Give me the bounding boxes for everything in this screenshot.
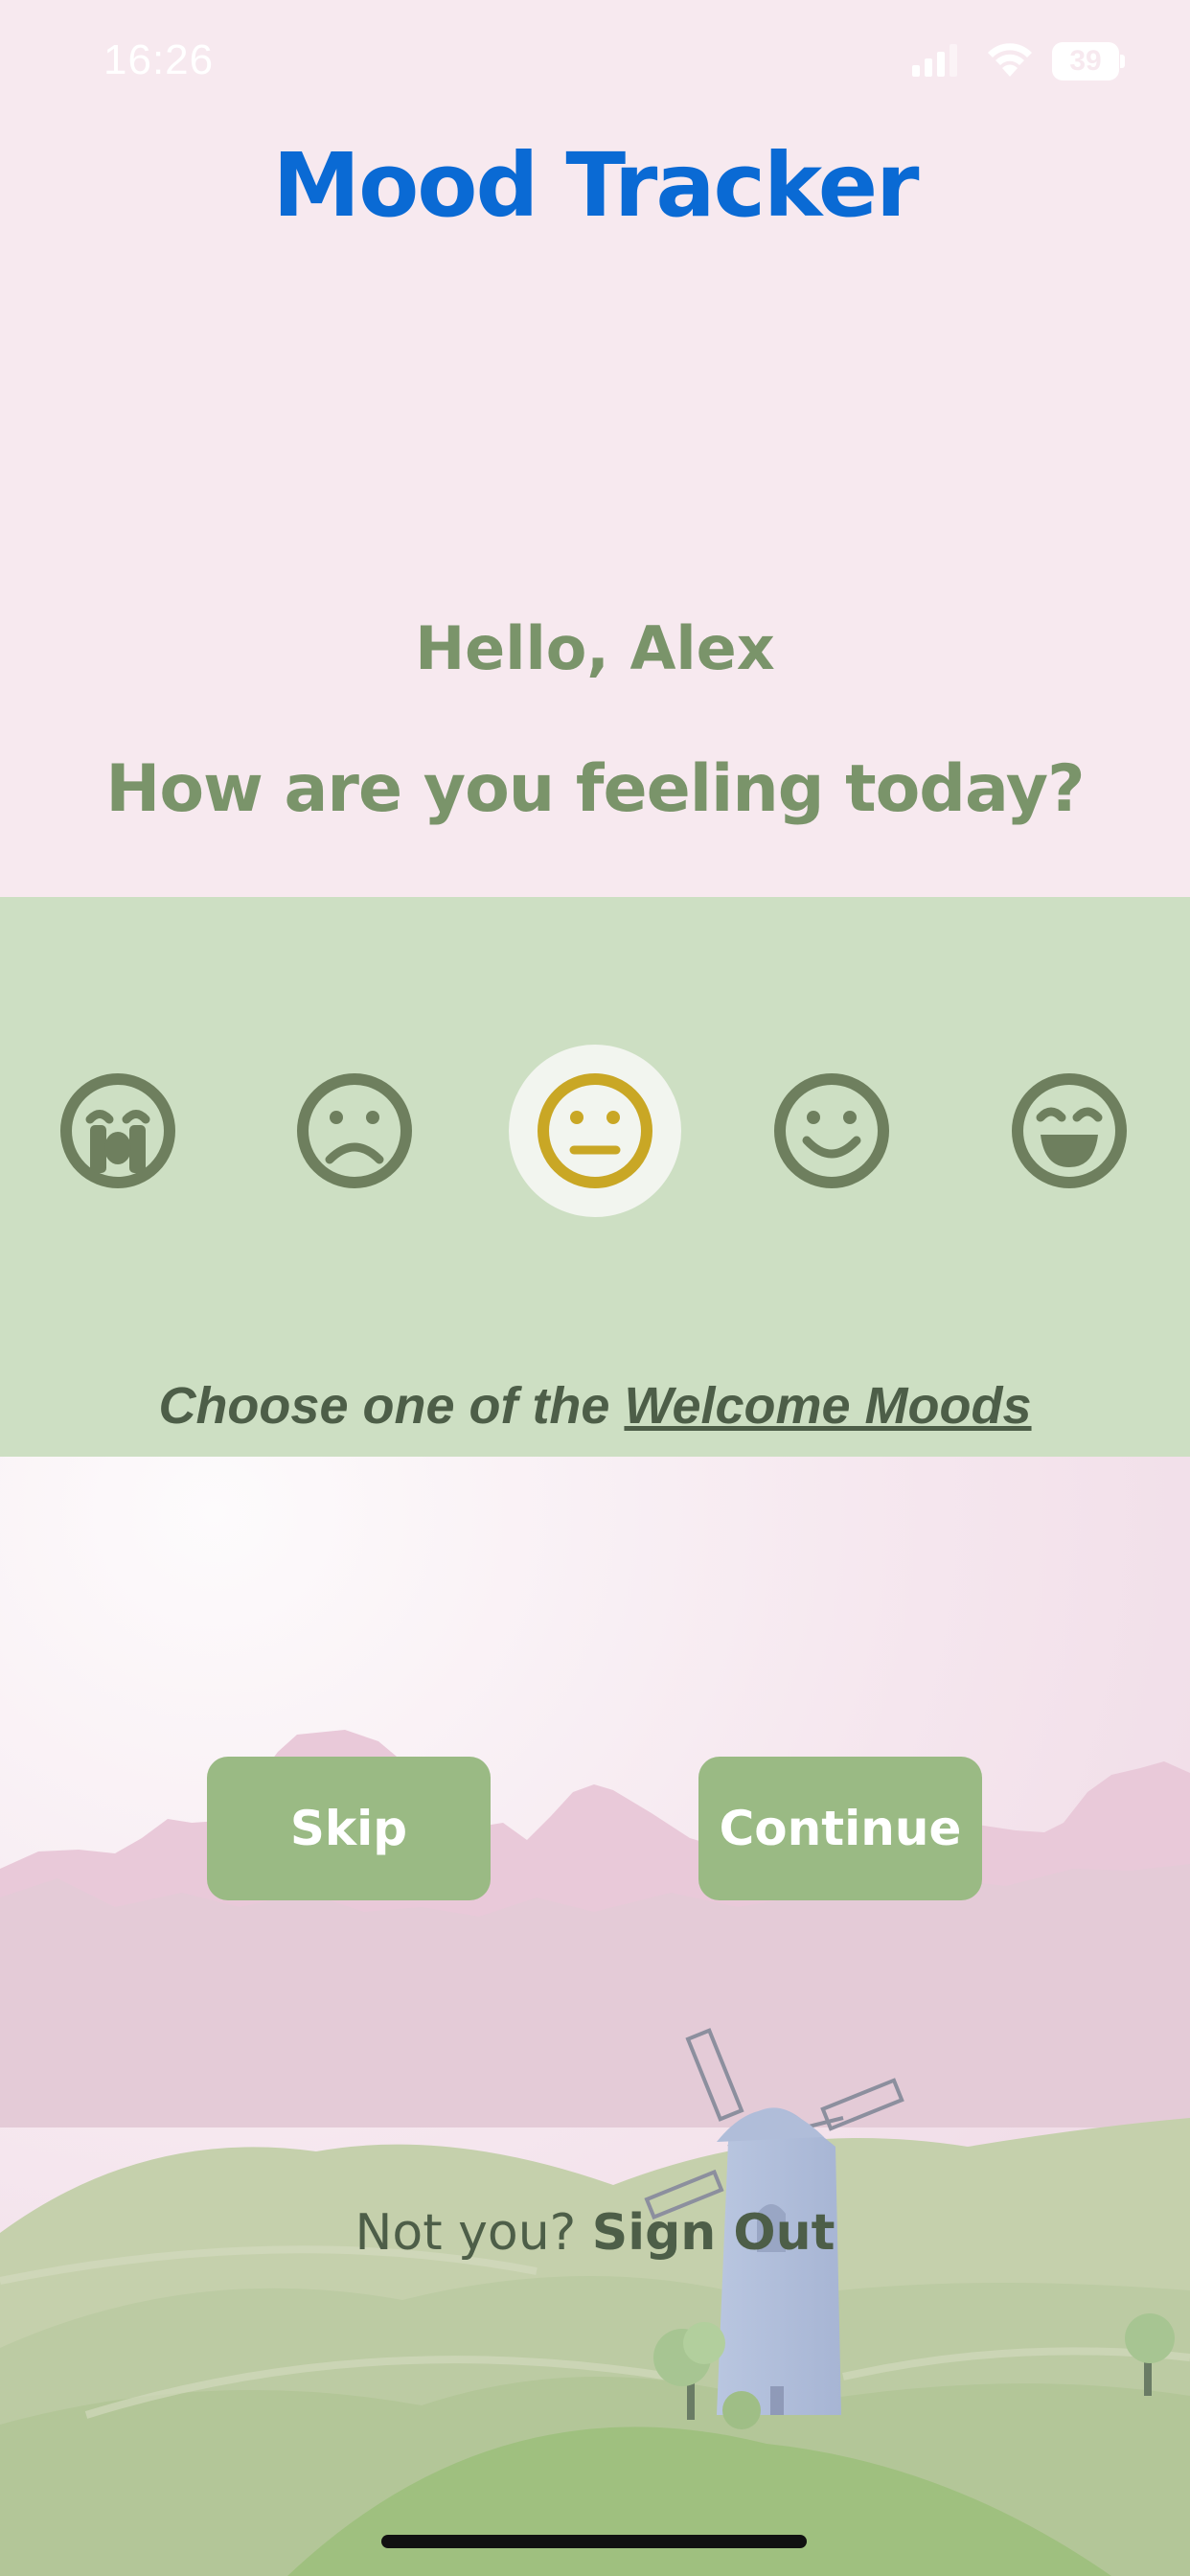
mood-option-crying[interactable] xyxy=(32,1045,204,1217)
mood-question: How are you feeling today? xyxy=(105,751,1085,827)
mood-option-grin[interactable] xyxy=(983,1045,1156,1217)
mood-option-neutral[interactable] xyxy=(509,1045,681,1217)
crying-face-icon xyxy=(60,1073,175,1188)
landscape-illustration xyxy=(0,1457,1190,2576)
continue-button[interactable]: Continue xyxy=(698,1757,982,1900)
smile-face-icon xyxy=(774,1073,889,1188)
status-time: 16:26 xyxy=(103,36,215,83)
neutral-face-icon xyxy=(538,1073,652,1188)
landscape-svg xyxy=(0,1457,1190,2576)
welcome-moods-link[interactable]: Welcome Moods xyxy=(624,1377,1031,1435)
choose-mood-prompt: Choose one of the Welcome Moods xyxy=(0,1376,1190,1436)
mood-option-sad[interactable] xyxy=(268,1045,441,1217)
skip-button[interactable]: Skip xyxy=(207,1757,491,1900)
not-you-text: Not you? xyxy=(355,2204,577,2262)
grin-face-icon xyxy=(1012,1073,1127,1188)
app-title: Mood Tracker xyxy=(272,134,920,237)
mood-selector: Choose one of the Welcome Moods xyxy=(0,897,1190,1457)
home-indicator xyxy=(381,2535,807,2548)
signal-icon xyxy=(912,44,957,77)
battery-icon: 39 xyxy=(1052,42,1125,82)
battery-level: 39 xyxy=(1069,45,1102,77)
sign-out-row: Not you? Sign Out xyxy=(0,2204,1190,2262)
sad-face-icon xyxy=(297,1073,412,1188)
status-bar: 16:26 39 xyxy=(0,0,1190,134)
mood-option-smile[interactable] xyxy=(745,1045,918,1217)
wifi-icon xyxy=(988,43,1032,77)
choose-mood-prefix: Choose one of the xyxy=(158,1377,625,1435)
sign-out-link[interactable]: Sign Out xyxy=(592,2204,835,2262)
greeting-text: Hello, Alex xyxy=(415,613,775,683)
